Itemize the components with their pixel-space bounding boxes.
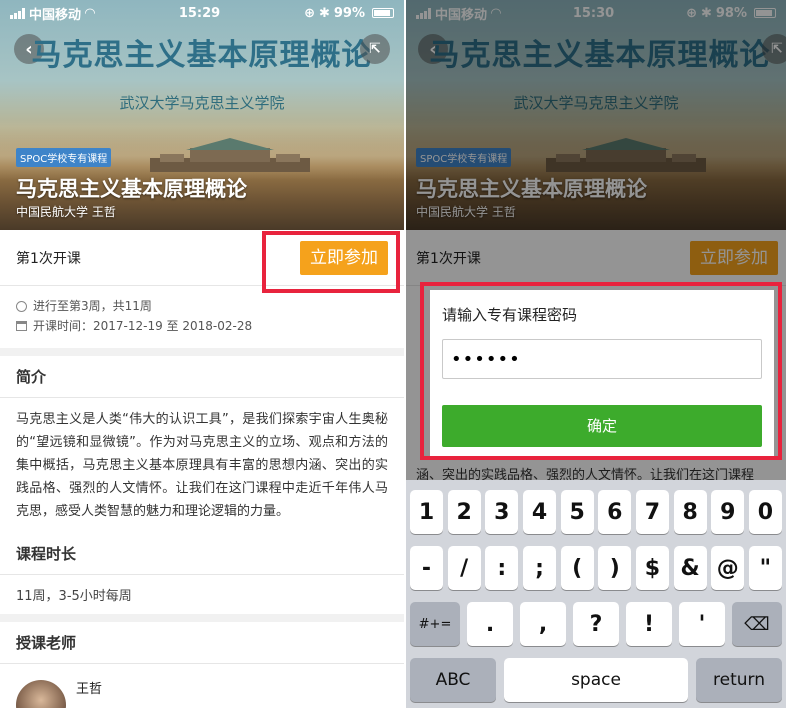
key-0[interactable]: 0: [748, 490, 782, 534]
banner-subtitle: 武汉大学马克思主义学院: [119, 94, 285, 112]
clock-icon: [16, 300, 27, 312]
status-bar: 中国移动 ◠ 15:29 ⊕ ✱ 99%: [0, 0, 404, 26]
wifi-icon: ◠: [85, 5, 96, 21]
key-5[interactable]: 5: [560, 490, 594, 534]
share-icon: ⇱: [369, 41, 381, 57]
battery-percent: 99%: [333, 5, 365, 21]
key-apostrophe[interactable]: ': [679, 602, 725, 646]
more-symbols-key[interactable]: #+=: [410, 602, 460, 646]
teacher-item[interactable]: 王哲: [0, 664, 404, 708]
dialog-title: 请输入专有课程密码: [442, 306, 578, 324]
key-ampersand[interactable]: &: [673, 546, 707, 590]
confirm-button[interactable]: 确定: [442, 405, 762, 447]
key-question[interactable]: ?: [573, 602, 619, 646]
teacher-name: 王哲: [76, 682, 103, 697]
highlight-frame-join: [262, 231, 400, 293]
banner-title: 马克思主义基本原理概论: [31, 38, 373, 73]
session-label: 第1次开课: [16, 250, 81, 267]
key-quote[interactable]: ": [748, 546, 782, 590]
bluetooth-icon: ✱: [318, 5, 330, 21]
key-slash[interactable]: /: [447, 546, 481, 590]
campus-building-illustration: [150, 138, 310, 172]
password-input[interactable]: [442, 339, 762, 379]
duration-text: 11周，3-5小时每周: [0, 575, 404, 622]
abc-key[interactable]: ABC: [410, 658, 496, 702]
intro-paragraph: 马克思主义是人类“伟大的认识工具”，是我们探索宇宙人生奥秘的“望远镜和显微镜”。…: [16, 412, 388, 519]
key-2[interactable]: 2: [447, 490, 481, 534]
keyboard-row-numbers: 1 2 3 4 5 6 7 8 9 0: [410, 490, 782, 534]
course-detail-content: 第1次开课 立即参加 进行至第3周，共11周 开课时间：2017-12-19 至…: [0, 230, 404, 708]
schedule-info: 进行至第3周，共11周 开课时间：2017-12-19 至 2018-02-28: [0, 286, 404, 356]
battery-icon: [372, 8, 394, 18]
password-dialog: 请输入专有课程密码 确定: [430, 290, 774, 456]
date-range-text: 开课时间：2017-12-19 至 2018-02-28: [33, 319, 253, 333]
key-3[interactable]: 3: [485, 490, 519, 534]
course-title: 马克思主义基本原理概论: [16, 177, 247, 201]
key-comma[interactable]: ,: [520, 602, 566, 646]
phone-screen-right: 中国移动 ◠ 15:30 ⊕ ✱ 98% ‹ 马克思主义基本原理概论 ⇱ 武汉大…: [406, 0, 786, 708]
ios-keyboard: 1 2 3 4 5 6 7 8 9 0 - / : ; ( ) $ & @ " …: [406, 480, 786, 708]
keyboard-row-punctuation: #+= . , ? ! ' ⌫: [410, 602, 782, 646]
phone-screen-left: 中国移动 ◠ 15:29 ⊕ ✱ 99% ‹ 马克思主义基本原理概论 ⇱ 武汉大…: [0, 0, 404, 708]
calendar-icon: [16, 321, 27, 331]
key-close-paren[interactable]: ): [598, 546, 632, 590]
course-banner: 中国移动 ◠ 15:29 ⊕ ✱ 99% ‹ 马克思主义基本原理概论 ⇱ 武汉大…: [0, 0, 404, 230]
course-school-teacher: 中国民航大学 王哲: [16, 205, 116, 219]
teacher-heading: 授课老师: [0, 622, 404, 664]
key-colon[interactable]: :: [485, 546, 519, 590]
key-hyphen[interactable]: -: [410, 546, 443, 590]
backspace-icon: ⌫: [744, 613, 770, 635]
key-open-paren[interactable]: (: [560, 546, 594, 590]
key-9[interactable]: 9: [711, 490, 745, 534]
key-8[interactable]: 8: [673, 490, 707, 534]
key-dollar[interactable]: $: [635, 546, 669, 590]
share-button[interactable]: ⇱: [360, 34, 390, 64]
status-time: 15:29: [178, 5, 221, 21]
key-at[interactable]: @: [711, 546, 745, 590]
key-6[interactable]: 6: [598, 490, 632, 534]
signal-icon: [10, 7, 25, 19]
keyboard-row-symbols: - / : ; ( ) $ & @ ": [410, 546, 782, 590]
key-7[interactable]: 7: [635, 490, 669, 534]
spoc-badge: SPOC学校专有课程: [16, 148, 112, 167]
carrier-label: 中国移动: [29, 7, 82, 23]
key-1[interactable]: 1: [410, 490, 443, 534]
duration-heading: 课程时长: [0, 533, 404, 575]
delete-key[interactable]: ⌫: [732, 602, 782, 646]
return-key[interactable]: return: [696, 658, 782, 702]
key-semicolon[interactable]: ;: [522, 546, 556, 590]
key-exclamation[interactable]: !: [626, 602, 672, 646]
intro-heading: 简介: [0, 356, 404, 398]
key-4[interactable]: 4: [522, 490, 556, 534]
lock-rotation-icon: ⊕: [304, 5, 315, 21]
teacher-avatar: [16, 680, 66, 708]
key-period[interactable]: .: [467, 602, 513, 646]
space-key[interactable]: space: [504, 658, 688, 702]
keyboard-row-bottom: ABC space return: [410, 658, 782, 702]
progress-text: 进行至第3周，共11周: [33, 299, 152, 313]
